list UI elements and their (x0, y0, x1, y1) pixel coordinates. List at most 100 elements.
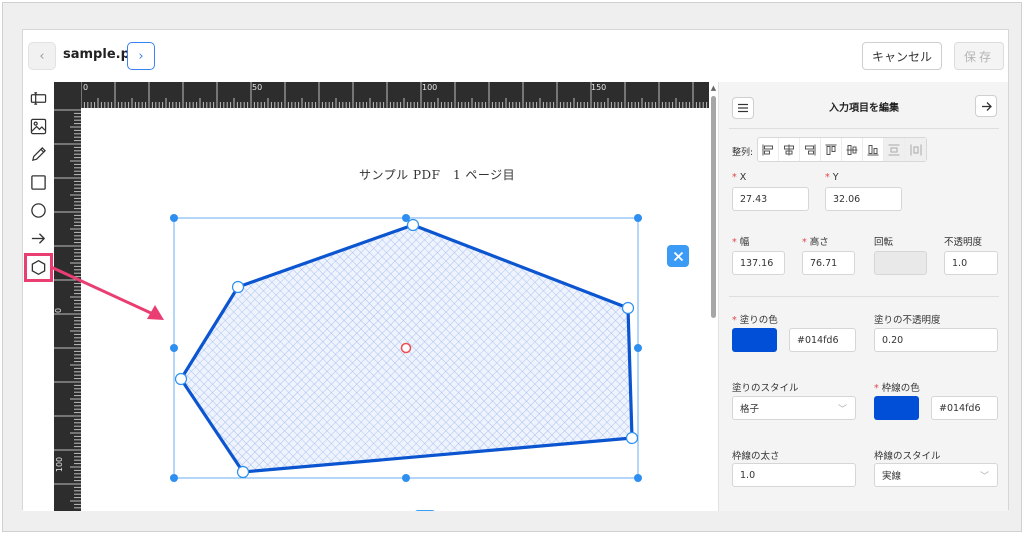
arrow-icon (31, 232, 45, 244)
ruler-label-150: 150 (591, 83, 607, 92)
distribute-horizontal-button[interactable] (905, 138, 926, 161)
duplicate-annotation-button[interactable] (414, 510, 436, 511)
align-right-icon (805, 144, 816, 155)
delete-annotation-button[interactable] (667, 245, 689, 267)
fill-color-label: * 塗りの色 (732, 315, 778, 326)
x-input[interactable]: 27.43 (732, 187, 809, 211)
resize-handle-bottom-right (634, 474, 642, 482)
distribute-vertical-button[interactable] (884, 138, 905, 161)
chevron-down-icon: ﹀ (837, 405, 847, 415)
resize-handle-bottom (402, 474, 410, 482)
rotation-input[interactable] (874, 251, 927, 275)
height-input[interactable]: 76.71 (802, 251, 855, 275)
resize-handle-top-left (170, 214, 178, 222)
rectangle-tool[interactable] (27, 171, 49, 193)
pencil-tool[interactable] (27, 143, 49, 165)
tool-palette (23, 82, 54, 511)
arrow-right-icon (981, 101, 992, 111)
save-button[interactable]: 保存 (954, 42, 1004, 70)
close-icon (673, 251, 683, 261)
align-button-group (757, 137, 927, 162)
stroke-color-label: * 枠線の色 (874, 383, 920, 394)
polygon-icon (31, 259, 46, 276)
screenshot-frame: ‹ sample.pdf › キャンセル 保存 0 50 100 150 0 1… (2, 2, 1022, 532)
vertex-handle-2 (621, 301, 635, 315)
rotation-label: 回転 (874, 237, 894, 248)
align-bottom-button[interactable] (863, 138, 884, 161)
align-left-icon (762, 144, 773, 155)
opacity-label: 不透明度 (944, 237, 983, 248)
arrow-tool[interactable] (27, 227, 49, 249)
ruler-label-100: 100 (422, 83, 438, 92)
width-label: * 幅 (732, 237, 750, 248)
align-center-icon (784, 144, 794, 155)
align-top-button[interactable] (821, 138, 842, 161)
previous-file-button[interactable]: ‹ (28, 42, 56, 70)
pdf-page-canvas[interactable]: サンプル PDF 1 ページ目 (81, 108, 709, 511)
x-label: * X (732, 172, 747, 183)
stroke-width-input[interactable]: 1.0 (732, 463, 856, 487)
polygon-tool[interactable] (24, 253, 53, 282)
fill-color-input[interactable]: #014fd6 (789, 328, 856, 352)
panel-title: 入力項目を編集 (829, 103, 899, 114)
polygon-annotation-layer (170, 214, 642, 482)
chevron-right-icon: › (138, 48, 144, 64)
panel-divider-2 (729, 296, 999, 297)
stroke-color-swatch[interactable] (874, 396, 919, 420)
align-top-icon (825, 144, 837, 155)
align-label: 整列: (732, 148, 754, 158)
align-left-button[interactable] (758, 138, 779, 161)
image-icon (30, 118, 46, 134)
pencil-icon (31, 146, 46, 161)
stroke-style-select[interactable]: 実線 ﹀ (874, 463, 998, 487)
align-center-button[interactable] (779, 138, 800, 161)
width-input[interactable]: 137.16 (732, 251, 785, 275)
text-field-icon (30, 91, 46, 105)
ruler-label-0: 0 (83, 83, 89, 92)
resize-handle-right (634, 344, 642, 352)
align-bottom-icon (867, 144, 879, 155)
fill-style-value: 格子 (740, 404, 760, 415)
stroke-style-value: 実線 (882, 471, 902, 482)
resize-handle-top-right (634, 214, 642, 222)
chevron-down-icon: ﹀ (979, 472, 989, 482)
edit-properties-panel: 入力項目を編集 整列: * X 27.43 * Y 32.06 * 幅 137.… (718, 82, 1008, 511)
rectangle-icon (30, 174, 46, 190)
pdf-editor-window: ‹ sample.pdf › キャンセル 保存 0 50 100 150 0 1… (22, 29, 1009, 511)
align-right-button[interactable] (800, 138, 821, 161)
distribute-horizontal-icon (910, 144, 921, 155)
ruler-label-v100: 100 (55, 456, 65, 473)
horizontal-ruler: 0 50 100 150 (54, 82, 709, 108)
resize-handle-left (170, 344, 178, 352)
ellipse-tool[interactable] (27, 199, 49, 221)
image-tool[interactable] (27, 115, 49, 137)
rotation-center-handle[interactable] (400, 342, 412, 354)
top-bar: ‹ sample.pdf › キャンセル 保存 (23, 30, 1008, 80)
stroke-color-input[interactable]: #014fd6 (931, 396, 998, 420)
vertex-handle-5 (174, 372, 188, 386)
canvas-scrollbar[interactable]: ▲ (709, 82, 718, 511)
vertex-handle-6 (231, 280, 245, 294)
fill-color-swatch[interactable] (732, 328, 777, 352)
vertex-handle-4 (236, 465, 250, 479)
next-file-button[interactable]: › (127, 42, 155, 70)
scroll-thumb[interactable] (711, 96, 716, 318)
vertex-handle-1 (406, 218, 420, 232)
opacity-input[interactable]: 1.0 (944, 251, 998, 275)
height-label: * 高さ (802, 237, 829, 248)
fill-opacity-input[interactable]: 0.20 (874, 328, 998, 352)
cancel-button[interactable]: キャンセル (862, 42, 942, 70)
chevron-left-icon: ‹ (39, 48, 45, 64)
y-label: * Y (825, 172, 839, 183)
scroll-up-arrow-icon[interactable]: ▲ (709, 84, 718, 92)
align-middle-button[interactable] (842, 138, 863, 161)
collapse-panel-button[interactable] (975, 95, 997, 117)
align-middle-icon (846, 144, 858, 155)
ruler-label-50: 50 (252, 83, 263, 92)
text-field-tool[interactable] (27, 87, 49, 109)
fill-style-label: 塗りのスタイル (732, 383, 799, 394)
y-input[interactable]: 32.06 (825, 187, 902, 211)
resize-handle-bottom-left (170, 474, 178, 482)
distribute-vertical-icon (888, 144, 900, 155)
fill-style-select[interactable]: 格子 ﹀ (732, 396, 856, 420)
